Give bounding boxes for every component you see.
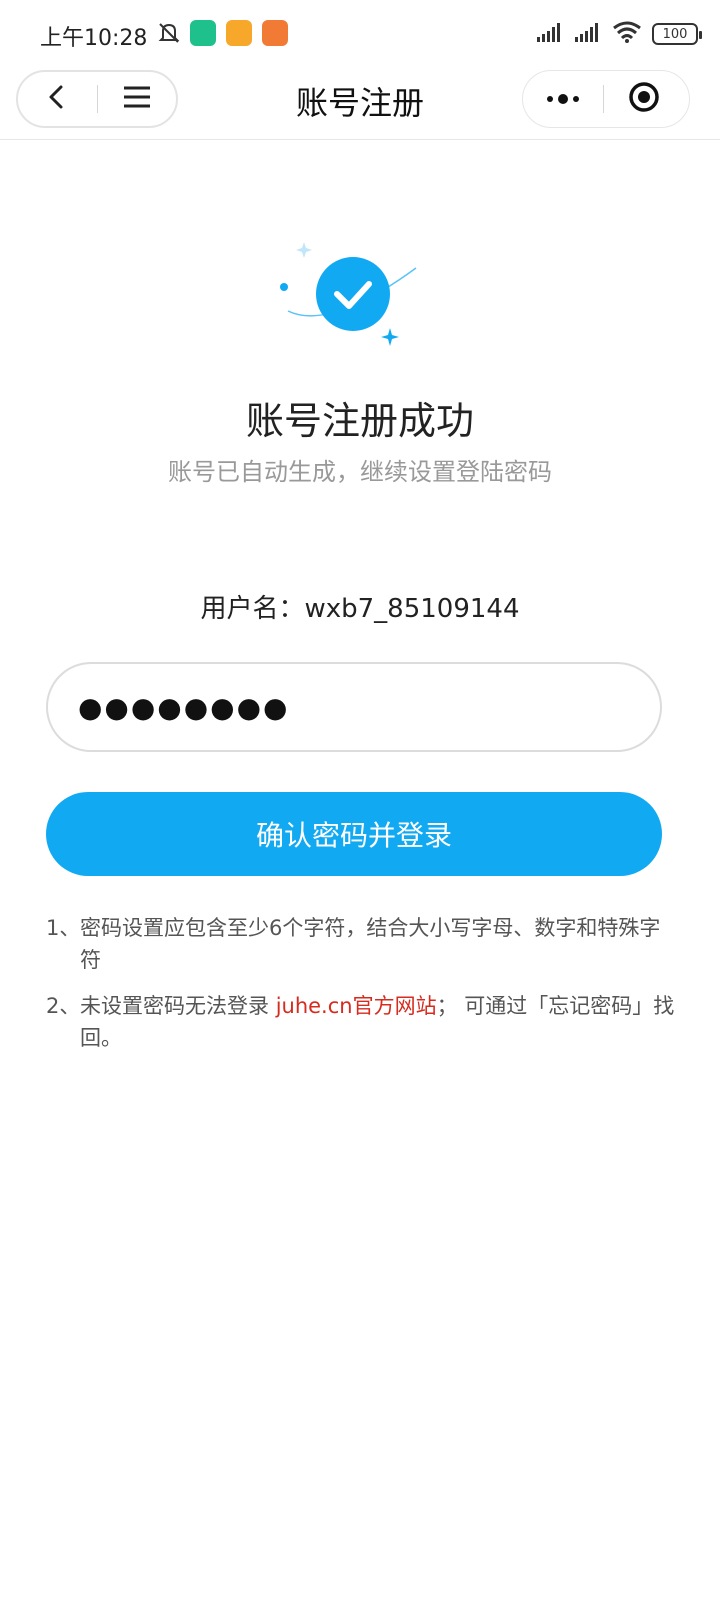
success-subtitle: 账号已自动生成，继续设置登陆密码 [168, 458, 552, 486]
note-number: 1、 [46, 916, 81, 940]
more-dots-icon [545, 90, 581, 109]
password-value: ●●●●●●●● [78, 690, 290, 724]
confirm-login-button[interactable]: 确认密码并登录 [46, 792, 662, 876]
note-text: 未设置密码无法登录 [80, 994, 276, 1018]
status-bar: 上午10:28 100 [0, 0, 720, 66]
orange-app-icon [226, 20, 252, 46]
username-label: 用户名： [200, 594, 305, 624]
nav-capsule-right [522, 70, 690, 128]
note-number: 2、 [46, 994, 81, 1018]
username-value: wxb7_85109144 [304, 594, 520, 624]
username-line: 用户名：wxb7_85109144 [0, 588, 720, 625]
nav-bar: 账号注册 [0, 66, 720, 140]
password-input[interactable]: ●●●●●●●● [46, 662, 662, 752]
bell-off-icon [156, 20, 182, 46]
green-app-icon [190, 20, 216, 46]
wifi-icon [612, 20, 642, 48]
more-button[interactable] [523, 72, 603, 126]
red-app-icon [262, 20, 288, 46]
notes-list: 1、 密码设置应包含至少6个字符，结合大小写字母、数字和特殊字符 2、 未设置密… [46, 912, 676, 1068]
note-item: 2、 未设置密码无法登录 juhe.cn官方网站； 可通过「忘记密码」找回。 [46, 990, 676, 1054]
success-title: 账号注册成功 [245, 399, 474, 443]
status-indicators: 100 [536, 20, 702, 48]
signal-icon [574, 21, 602, 47]
note-text: 密码设置应包含至少6个字符，结合大小写字母、数字和特殊字符 [80, 916, 661, 972]
signal-icon [536, 21, 564, 47]
status-time: 上午10:28 [40, 26, 148, 51]
note-item: 1、 密码设置应包含至少6个字符，结合大小写字母、数字和特殊字符 [46, 912, 676, 976]
close-target-icon [628, 81, 660, 117]
juhe-website-link[interactable]: juhe.cn官方网站 [276, 994, 437, 1018]
battery-icon: 100 [652, 23, 702, 45]
close-button[interactable] [604, 72, 684, 126]
success-check-graphic [270, 236, 430, 356]
